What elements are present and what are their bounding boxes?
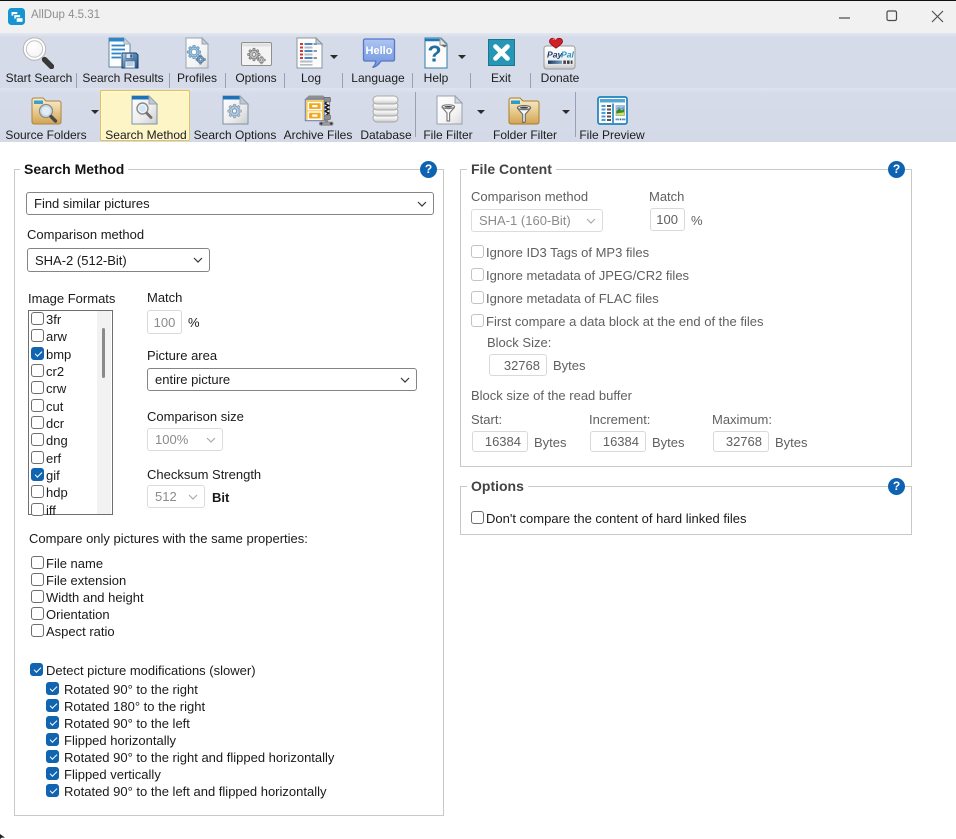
svg-text:?: ? — [427, 41, 441, 67]
svg-text:Pal: Pal — [561, 50, 575, 60]
svg-text:Hello: Hello — [366, 45, 393, 57]
